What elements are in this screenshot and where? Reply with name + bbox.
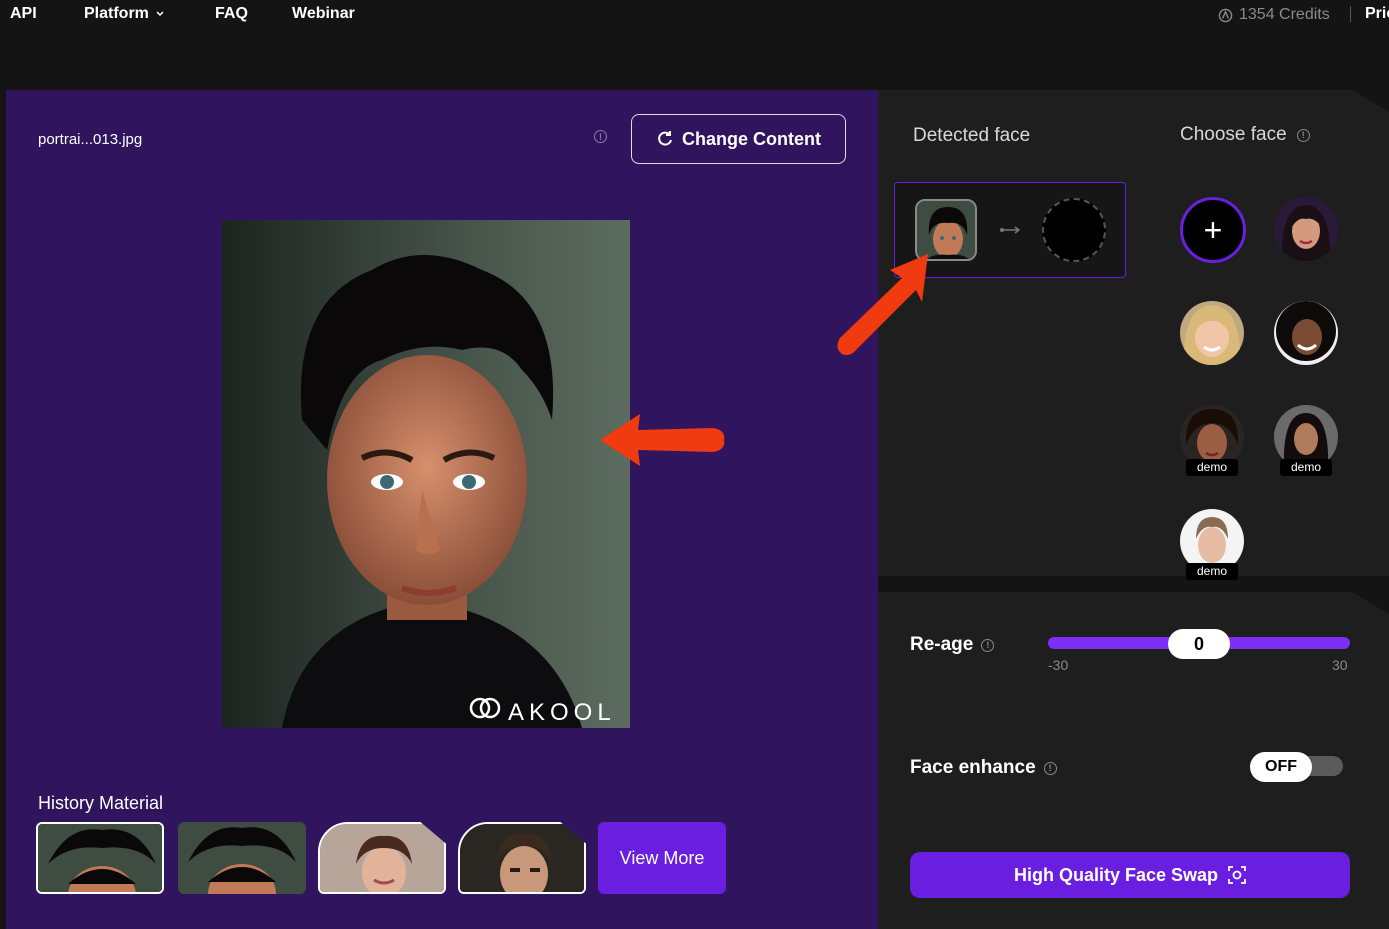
file-name: portrai...013.jpg <box>38 131 143 148</box>
choose-face-header: Choose face ! <box>1180 124 1310 146</box>
nav-faq[interactable]: FAQ <box>215 5 248 23</box>
swap-button-label: High Quality Face Swap <box>1013 864 1219 885</box>
face-enhance-toggle[interactable]: OFF <box>1250 752 1343 782</box>
face-option-1[interactable] <box>1274 197 1338 261</box>
credits-text: 1354 Credits <box>1239 6 1330 23</box>
nav-pricing[interactable]: Pric <box>1365 5 1389 23</box>
history-title: History Material <box>38 793 164 813</box>
target-face-slot[interactable] <box>1042 198 1106 262</box>
detected-face-title: Detected face <box>913 125 1031 146</box>
nav-faq-label: FAQ <box>215 5 248 22</box>
history-thumb-3[interactable] <box>318 822 446 894</box>
history-thumb-4[interactable] <box>458 822 586 894</box>
info-icon[interactable]: ! <box>1296 128 1310 142</box>
face-option-3[interactable] <box>1274 301 1338 365</box>
face-selection-panel: Detected face Choose face ! + demo demo … <box>837 90 1389 580</box>
face-enhance-label-text: Face enhance <box>910 757 1036 778</box>
reage-label: Re-age ! <box>910 634 995 656</box>
choose-face-title: Choose face <box>1180 124 1287 145</box>
demo-tag: demo <box>1186 459 1238 476</box>
nav-webinar[interactable]: Webinar <box>292 5 355 23</box>
content-panel: portrai...013.jpg ! Change Content AKOOL… <box>6 90 878 929</box>
chevron-down-icon <box>156 11 164 17</box>
demo-tag: demo <box>1186 563 1238 580</box>
history-thumb-2[interactable] <box>178 822 306 894</box>
top-nav: API Platform FAQ Webinar 1354 Credits Pr… <box>0 0 1389 90</box>
face-scan-icon <box>1228 866 1246 884</box>
toggle-knob: OFF <box>1250 752 1312 782</box>
face-option-2[interactable] <box>1180 301 1244 365</box>
reage-slider-thumb[interactable]: 0 <box>1168 629 1230 659</box>
change-content-label: Change Content <box>682 128 821 149</box>
refresh-icon <box>658 131 672 146</box>
settings-panel: Re-age ! 0 -30 30 Face enhance ! OFF Hig… <box>878 592 1389 929</box>
swap-arrow-icon <box>1000 226 1021 234</box>
nav-platform[interactable]: Platform <box>84 5 165 23</box>
annotation-arrow-diagonal <box>837 254 928 356</box>
info-icon[interactable]: ! <box>981 638 995 652</box>
reage-min: -30 <box>1048 657 1069 673</box>
info-icon[interactable]: ! <box>594 130 607 143</box>
credits-display: 1354 Credits <box>1218 6 1330 24</box>
history-thumb-1[interactable] <box>36 822 164 894</box>
nav-divider <box>1350 6 1351 22</box>
face-enhance-label: Face enhance ! <box>910 757 1057 779</box>
high-quality-face-swap-button[interactable]: High Quality Face Swap <box>910 852 1350 898</box>
svg-text:AKOOL: AKOOL <box>508 699 616 726</box>
info-icon[interactable]: ! <box>1043 761 1057 775</box>
view-more-button[interactable]: View More <box>598 822 726 894</box>
nav-api-label: API <box>10 5 37 22</box>
portrait-image: AKOOL <box>222 220 630 728</box>
demo-tag: demo <box>1280 459 1332 476</box>
nav-api[interactable]: API <box>10 5 37 23</box>
reage-max: 30 <box>1332 657 1348 673</box>
annotation-arrow-left <box>600 414 725 466</box>
nav-platform-label: Platform <box>84 5 149 22</box>
credits-icon <box>1218 8 1233 22</box>
nav-webinar-label: Webinar <box>292 5 355 22</box>
uploaded-portrait: AKOOL <box>222 220 630 728</box>
reage-label-text: Re-age <box>910 634 974 655</box>
add-face-button[interactable]: + <box>1180 197 1246 263</box>
change-content-button[interactable]: Change Content <box>631 114 846 164</box>
